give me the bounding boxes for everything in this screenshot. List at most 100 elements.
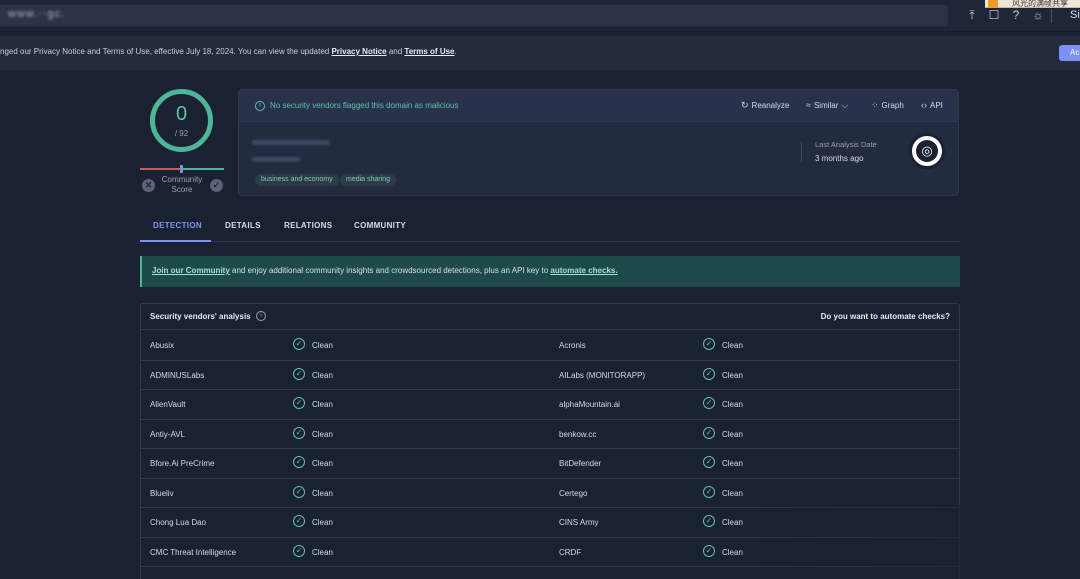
notice-and: and	[386, 47, 405, 56]
community-score-marker	[180, 165, 183, 173]
join-community-link[interactable]: Join our Community	[152, 266, 230, 275]
check-circle-icon: ✓	[293, 485, 305, 498]
refresh-icon: ↻	[741, 100, 749, 110]
vendor-result: Clean	[722, 400, 743, 409]
terms-of-use-link[interactable]: Terms of Use	[404, 47, 454, 56]
overlay-text: 风光的满帧共享	[1012, 0, 1068, 8]
tag-chip[interactable]: business and economy	[255, 174, 339, 186]
tabs-divider	[140, 241, 960, 242]
summary-header: i No security vendors flagged this domai…	[239, 90, 958, 122]
vendor-result: Clean	[312, 459, 333, 468]
check-circle-icon: ✓	[703, 515, 715, 527]
check-circle-icon: ✓	[703, 338, 715, 350]
chat-icon[interactable]: ☐	[986, 7, 1002, 23]
active-tab-indicator	[140, 240, 211, 242]
graph-icon: ⁘	[871, 100, 879, 110]
tag-chip[interactable]: media sharing	[340, 174, 396, 186]
api-button[interactable]: ‹› API	[921, 100, 943, 110]
graph-label: Graph	[881, 101, 904, 110]
api-icon: ‹›	[921, 100, 927, 110]
accept-button[interactable]: Ac	[1059, 45, 1080, 61]
detection-total: / 92	[174, 129, 189, 138]
table-row: Blueliv ✓ Clean Certego ✓ Clean	[141, 479, 959, 508]
vendor-name: ADMINUSLabs	[150, 370, 205, 380]
table-row: Bfore.Ai PreCrime ✓ Clean BitDefender ✓ Clean	[141, 449, 959, 479]
automate-checks-link[interactable]: automate checks.	[550, 266, 617, 275]
check-circle-icon: ✓	[293, 338, 305, 350]
api-label: API	[930, 101, 943, 110]
graph-button[interactable]: ⁘ Graph	[871, 100, 904, 111]
check-circle-icon: ✓	[703, 544, 715, 557]
divider	[801, 142, 802, 162]
tab-relations[interactable]: RELATIONS	[284, 221, 332, 230]
check-circle-icon: ✓	[293, 367, 305, 380]
table-row: Chong Lua Dao ✓ Clean CINS Army ✓ Clean	[141, 508, 959, 538]
banner-text: Join our Community and enjoy additional …	[152, 266, 618, 275]
notice-text: nged our Privacy Notice and Terms of Use…	[0, 47, 457, 56]
table-row: AlienVault ✓ Clean alphaMountain.ai ✓ Clean	[141, 390, 959, 420]
vendors-table: Security vendors' analysis i Do you want…	[140, 303, 960, 579]
info-icon: i	[255, 101, 265, 111]
vendor-name: AlienVault	[150, 400, 186, 409]
vendors-table-title: Security vendors' analysis	[150, 312, 251, 321]
vendor-name: benkow.cc	[559, 429, 597, 439]
screen-share-overlay: 风光的满帧共享	[985, 0, 1080, 8]
vendor-name: alphaMountain.ai	[559, 400, 620, 409]
vendor-name: BitDefender	[559, 459, 602, 468]
last-analysis-label: Last Analysis Date	[815, 140, 877, 149]
privacy-notice-link[interactable]: Privacy Notice	[331, 47, 386, 56]
reanalyze-button[interactable]: ↻ Reanalyze	[741, 100, 789, 111]
vendor-result: Clean	[312, 341, 333, 350]
detection-count: 0	[175, 103, 188, 125]
domain-globe-icon: ◎	[909, 133, 945, 169]
vendor-name: Acronis	[559, 341, 586, 350]
automate-checks-prompt[interactable]: Do you want to automate checks?	[821, 312, 950, 321]
search-value: www.··gc.	[8, 8, 66, 20]
globe-link-icon: ◎	[916, 140, 938, 162]
top-bar: www.··gc. ⤒ ☐ ? ☼ Si 风光的满帧共享	[0, 0, 1080, 32]
table-row: Antiy-AVL ✓ Clean benkow.cc ✓ Clean	[141, 420, 959, 449]
sign-in-link[interactable]: Si	[1070, 9, 1080, 21]
vendor-result: Clean	[312, 400, 333, 409]
vote-clean-icon[interactable]: ✓	[210, 179, 223, 192]
vendor-name: AILabs (MONITORAPP)	[559, 370, 646, 380]
info-icon[interactable]: i	[256, 311, 266, 321]
tab-details[interactable]: DETAILS	[225, 221, 261, 230]
vendor-result: Clean	[722, 488, 743, 498]
vendor-name: CMC Threat Intelligence	[150, 547, 237, 557]
tab-community[interactable]: COMMUNITY	[354, 221, 406, 230]
table-row: Abusix ✓ Clean Acronis ✓ Clean	[141, 331, 959, 361]
vendors-table-header: Security vendors' analysis i Do you want…	[141, 304, 959, 330]
vendor-name: CRDF	[559, 547, 582, 557]
vendor-name: Antiy-AVL	[150, 429, 185, 439]
vendor-result: Clean	[722, 341, 743, 350]
vendor-result: Clean	[722, 429, 743, 439]
vendor-result: Clean	[312, 429, 333, 439]
vendor-name: CINS Army	[559, 518, 599, 527]
search-input[interactable]: www.··gc.	[0, 5, 948, 26]
tab-detection[interactable]: DETECTION	[153, 221, 202, 230]
notice-text-lead: nged our Privacy Notice and Terms of Use…	[0, 47, 332, 56]
notice-end: .	[454, 47, 457, 56]
table-row: CMC Threat Intelligence ✓ Clean CRDF ✓ Clean	[141, 538, 959, 567]
check-circle-icon: ✓	[703, 426, 715, 439]
vendor-result: Clean	[722, 518, 743, 527]
vendor-result: Clean	[312, 370, 333, 380]
last-analysis-value: 3 months ago	[815, 154, 864, 163]
check-circle-icon: ✓	[293, 456, 305, 468]
check-circle-icon: ✓	[703, 397, 715, 409]
check-circle-icon: ✓	[293, 515, 305, 527]
flag-status-text: No security vendors flagged this domain …	[270, 101, 459, 110]
privacy-notice-banner: nged our Privacy Notice and Terms of Use…	[0, 36, 1080, 70]
help-icon[interactable]: ?	[1008, 7, 1024, 23]
upload-icon[interactable]: ⤒	[964, 7, 980, 23]
check-circle-icon: ✓	[703, 456, 715, 468]
theme-icon[interactable]: ☼	[1030, 7, 1046, 23]
community-score-label: Community Score	[161, 175, 203, 194]
vendor-result: Clean	[312, 488, 333, 498]
overlay-logo-icon	[988, 0, 998, 8]
vendor-name: Abusix	[150, 341, 175, 350]
vendor-result: Clean	[312, 547, 333, 557]
similar-dropdown[interactable]: ≈ Similar ⌵	[806, 100, 851, 111]
table-row: ADMINUSLabs ✓ Clean AILabs (MONITORAPP) ✓ Cle…	[141, 361, 959, 390]
